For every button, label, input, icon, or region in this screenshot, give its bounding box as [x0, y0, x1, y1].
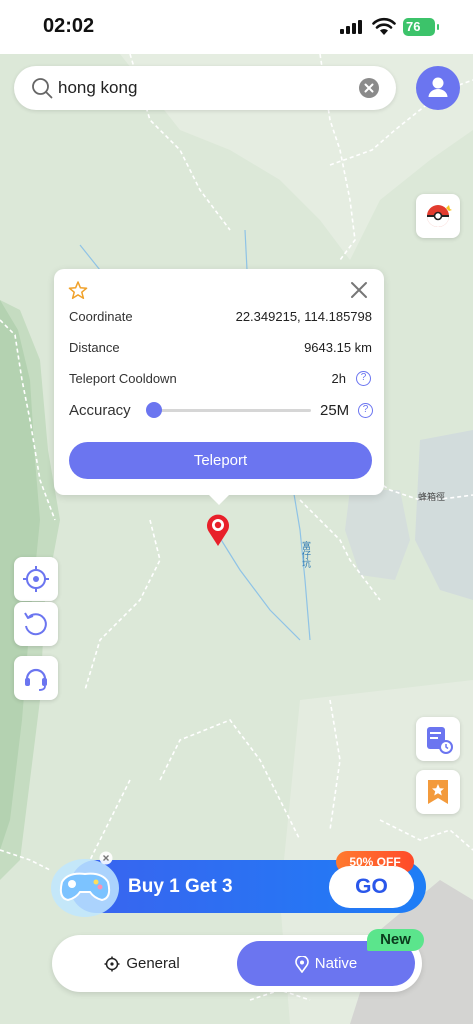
- cellular-signal-icon: [340, 20, 366, 34]
- wifi-icon: [372, 17, 396, 35]
- mode-native-label: Native: [314, 955, 358, 972]
- popup-pointer: [208, 494, 230, 505]
- status-time: 02:02: [43, 15, 95, 37]
- favorites-button[interactable]: [416, 770, 460, 814]
- promo-banner[interactable]: Buy 1 Get 3 50% OFF GO: [70, 851, 426, 913]
- clear-search-icon[interactable]: [359, 78, 379, 98]
- close-popup-icon[interactable]: [348, 279, 370, 301]
- support-button[interactable]: [14, 656, 58, 700]
- user-icon: [428, 77, 448, 97]
- close-promo-icon[interactable]: [99, 851, 113, 865]
- crosshair-icon: [23, 566, 49, 592]
- distance-value: 9643.15 km: [304, 340, 372, 355]
- accuracy-value: 25M: [320, 402, 350, 419]
- map-label-road: 蜂箱徑: [418, 492, 446, 502]
- search-bar[interactable]: [14, 66, 396, 110]
- profile-avatar-button[interactable]: [416, 66, 460, 110]
- search-icon: [32, 78, 53, 99]
- teleport-button[interactable]: Teleport: [69, 442, 372, 479]
- accuracy-slider-thumb[interactable]: [146, 402, 162, 418]
- search-input[interactable]: [58, 66, 338, 110]
- pokeball-icon: [427, 205, 452, 227]
- status-bar: 02:02 76: [0, 0, 473, 54]
- mode-general-label: General: [126, 955, 180, 972]
- mode-general-tab[interactable]: General: [52, 935, 232, 992]
- cooldown-help-icon[interactable]: ?: [356, 371, 371, 386]
- location-pin-icon: [207, 514, 229, 546]
- battery-icon: 76: [403, 18, 439, 36]
- new-badge: New: [367, 929, 424, 951]
- location-popup: Coordinate 22.349215, 114.185798 Distanc…: [54, 269, 384, 495]
- locate-me-button[interactable]: [14, 557, 58, 601]
- battery-level: 76: [406, 19, 421, 34]
- map-label-stream: 富仔坑: [302, 541, 312, 569]
- headset-icon: [25, 668, 47, 691]
- promo-go-button[interactable]: GO: [329, 866, 414, 908]
- reset-button[interactable]: [14, 602, 58, 646]
- crosshair-icon: [104, 956, 120, 972]
- location-pin-icon: [294, 955, 309, 973]
- history-button[interactable]: [416, 717, 460, 761]
- cooldown-value: 2h: [331, 371, 346, 386]
- accuracy-label: Accuracy: [69, 402, 131, 419]
- accuracy-help-icon[interactable]: ?: [358, 403, 373, 418]
- pokeball-button[interactable]: [416, 194, 460, 238]
- coordinate-label: Coordinate: [69, 309, 133, 324]
- history-icon: [427, 727, 453, 754]
- accuracy-slider-track[interactable]: [151, 409, 311, 412]
- bookmark-star-icon: [428, 780, 448, 804]
- favorite-star-icon[interactable]: [67, 280, 89, 302]
- distance-label: Distance: [69, 340, 120, 355]
- cooldown-label: Teleport Cooldown: [69, 371, 177, 386]
- coordinate-value: 22.349215, 114.185798: [235, 309, 372, 324]
- refresh-icon: [24, 612, 47, 636]
- promo-text: Buy 1 Get 3: [128, 876, 233, 897]
